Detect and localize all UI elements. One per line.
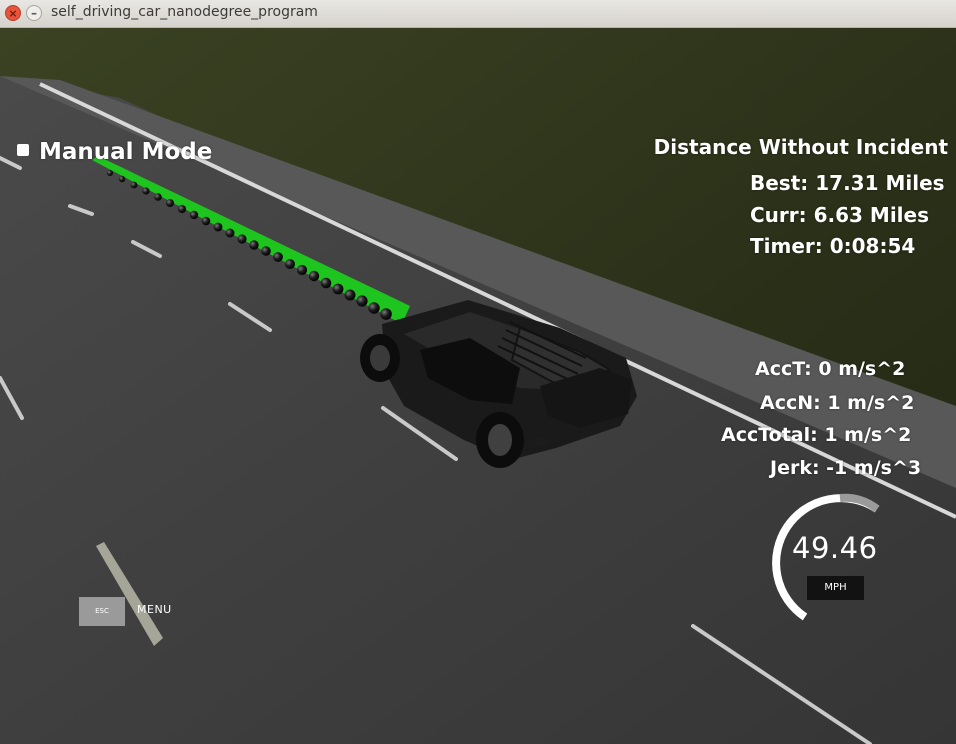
window-title: self_driving_car_nanodegree_program bbox=[51, 4, 318, 20]
close-window-button[interactable]: × bbox=[5, 5, 21, 21]
distance-title: Distance Without Incident bbox=[653, 135, 948, 159]
minimize-window-button[interactable]: – bbox=[26, 5, 42, 21]
acc-normal: AccN: 1 m/s^2 bbox=[760, 392, 915, 414]
manual-mode-label: Manual Mode bbox=[39, 139, 213, 165]
esc-menu-button[interactable]: ESC bbox=[79, 597, 125, 626]
acc-tangential: AccT: 0 m/s^2 bbox=[755, 358, 906, 380]
current-distance: Curr: 6.63 Miles bbox=[750, 203, 929, 227]
window-titlebar: × – self_driving_car_nanodegree_program bbox=[0, 0, 956, 28]
menu-label: MENU bbox=[137, 603, 172, 616]
jerk-readout: Jerk: -1 m/s^3 bbox=[770, 457, 922, 479]
acc-total: AccTotal: 1 m/s^2 bbox=[721, 424, 912, 446]
manual-mode-checkbox[interactable] bbox=[17, 144, 29, 156]
timer-readout: Timer: 0:08:54 bbox=[750, 234, 916, 258]
speedometer-unit: MPH bbox=[807, 576, 864, 600]
speedometer-value: 49.46 bbox=[792, 531, 878, 565]
best-distance: Best: 17.31 Miles bbox=[750, 171, 945, 195]
